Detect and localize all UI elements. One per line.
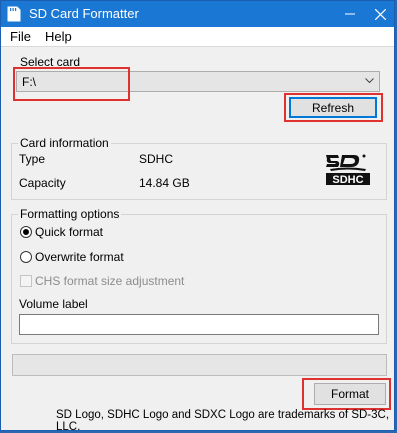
quick-format-radio[interactable]	[20, 226, 32, 238]
radio-selected-dot	[23, 229, 29, 235]
overwrite-format-radio[interactable]	[20, 251, 32, 263]
capacity-label: Capacity	[19, 176, 66, 190]
minimize-icon	[345, 13, 355, 15]
trademark-footer: SD Logo, SDHC Logo and SDXC Logo are tra…	[56, 409, 390, 433]
volume-label-caption: Volume label	[19, 297, 88, 311]
chevron-down-icon	[365, 78, 374, 84]
title-bar: SD Card Formatter	[1, 1, 394, 27]
chs-size-adjustment-label: CHS format size adjustment	[35, 274, 185, 288]
overwrite-format-label[interactable]: Overwrite format	[35, 250, 124, 264]
capacity-value: 14.84 GB	[139, 176, 190, 190]
quick-format-label[interactable]: Quick format	[35, 225, 103, 239]
format-progress-bar	[12, 354, 387, 376]
sd-card-formatter-window: SD Card Formatter File Help Select card …	[0, 0, 395, 433]
close-button[interactable]	[365, 1, 395, 27]
menu-help[interactable]: Help	[45, 29, 72, 44]
chs-size-adjustment-checkbox[interactable]	[20, 275, 32, 287]
formatting-options-caption: Formatting options	[18, 207, 122, 221]
volume-label-input[interactable]	[19, 314, 379, 335]
refresh-highlight	[284, 93, 383, 122]
close-icon	[374, 8, 386, 20]
sdhc-logo: SDHC	[326, 154, 370, 186]
type-label: Type	[19, 152, 46, 166]
format-highlight	[302, 378, 391, 410]
window-title: SD Card Formatter	[29, 6, 139, 21]
minimize-button[interactable]	[335, 1, 365, 27]
type-value: SDHC	[139, 152, 174, 166]
menu-file[interactable]: File	[10, 29, 31, 44]
card-select-highlight	[13, 67, 130, 101]
card-information-caption: Card information	[18, 136, 111, 150]
sdhc-logo-text: SDHC	[332, 174, 363, 186]
menu-bar: File Help	[1, 27, 394, 47]
sd-card-icon	[7, 6, 21, 22]
